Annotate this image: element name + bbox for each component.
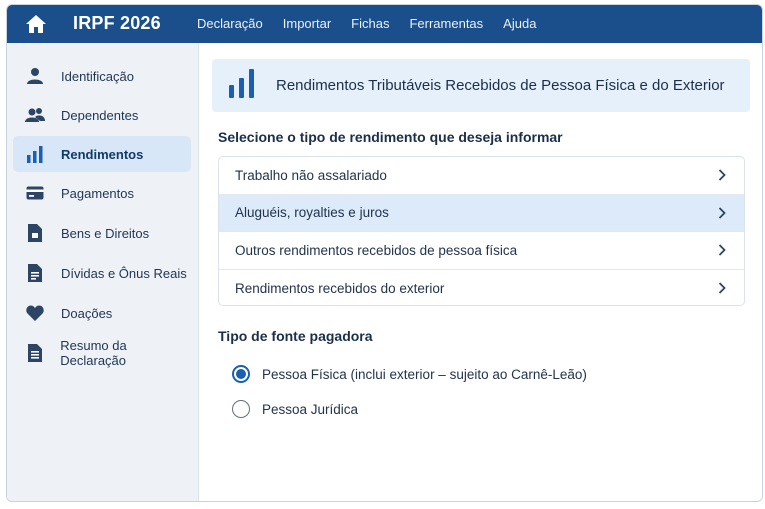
option-label: Aluguéis, royalties e juros — [235, 205, 389, 221]
menu-fichas[interactable]: Fichas — [351, 16, 389, 31]
radio-button[interactable] — [232, 400, 250, 418]
heart-icon — [25, 303, 45, 323]
sidebar-item-label: Dependentes — [61, 107, 139, 123]
sidebar-item-label: Pagamentos — [61, 185, 134, 201]
radio-label: Pessoa Jurídica — [262, 401, 359, 417]
sidebar-item-dividas[interactable]: Dívidas e Ônus Reais — [13, 255, 191, 291]
menu-declaracao[interactable]: Declaração — [197, 16, 263, 31]
document-list-icon — [25, 263, 45, 283]
app-window: IRPF 2026 Declaração Importar Fichas Fer… — [6, 4, 763, 502]
chevron-right-icon — [718, 282, 726, 294]
radio-pessoa-fisica[interactable]: Pessoa Física (inclui exterior – sujeito… — [232, 363, 587, 385]
sidebar-item-label: Resumo da Declaração — [60, 338, 127, 368]
section-header: Rendimentos Tributáveis Recebidos de Pes… — [212, 59, 750, 112]
chevron-right-icon — [718, 207, 726, 219]
app-title: IRPF 2026 — [73, 13, 161, 33]
section-title: Rendimentos Tributáveis Recebidos de Pes… — [276, 77, 725, 94]
document-icon — [25, 223, 45, 243]
payer-type-label: Tipo de fonte pagadora — [218, 328, 373, 344]
sidebar-item-label: Dívidas e Ônus Reais — [61, 265, 187, 281]
income-type-prompt: Selecione o tipo de rendimento que desej… — [218, 129, 563, 145]
bar-chart-icon — [25, 144, 45, 164]
menu-importar[interactable]: Importar — [283, 16, 331, 31]
sidebar-item-dependentes[interactable]: Dependentes — [13, 97, 191, 133]
sidebar-item-label: Doações — [61, 305, 113, 321]
option-trabalho-nao-assalariado[interactable]: Trabalho não assalariado — [219, 157, 744, 195]
credit-card-icon — [25, 183, 45, 203]
chevron-right-icon — [718, 169, 726, 181]
chevron-right-icon — [718, 244, 726, 256]
sidebar-item-label: Rendimentos — [61, 146, 144, 162]
bar-chart-icon — [228, 68, 256, 103]
option-label: Rendimentos recebidos do exterior — [235, 280, 445, 296]
option-outros-rendimentos-pf[interactable]: Outros rendimentos recebidos de pessoa f… — [219, 232, 744, 270]
home-button[interactable] — [23, 12, 49, 36]
option-label: Outros rendimentos recebidos de pessoa f… — [235, 242, 518, 258]
income-type-list: Trabalho não assalariado Aluguéis, royal… — [218, 156, 745, 306]
sidebar-item-identificacao[interactable]: Identificação — [13, 58, 191, 94]
main-menu: Declaração Importar Fichas Ferramentas A… — [197, 16, 556, 31]
sidebar-item-label: Identificação — [61, 68, 134, 84]
top-bar: IRPF 2026 Declaração Importar Fichas Fer… — [7, 5, 762, 43]
sidebar-item-label: Bens e Direitos — [61, 225, 150, 241]
sidebar-item-resumo[interactable]: Resumo da Declaração — [13, 335, 191, 371]
menu-ajuda[interactable]: Ajuda — [503, 16, 536, 31]
user-icon — [25, 66, 45, 86]
home-icon — [26, 15, 46, 33]
main-content: Rendimentos Tributáveis Recebidos de Pes… — [200, 43, 762, 501]
summary-icon — [25, 343, 44, 363]
radio-label: Pessoa Física (inclui exterior – sujeito… — [262, 366, 587, 382]
sidebar-item-bens-direitos[interactable]: Bens e Direitos — [13, 215, 191, 251]
sidebar-item-doacoes[interactable]: Doações — [13, 295, 191, 331]
sidebar-item-pagamentos[interactable]: Pagamentos — [13, 175, 191, 211]
users-icon — [25, 105, 45, 125]
option-label: Trabalho não assalariado — [235, 167, 387, 183]
menu-ferramentas[interactable]: Ferramentas — [409, 16, 483, 31]
option-alugueis-royalties-juros[interactable]: Aluguéis, royalties e juros — [219, 194, 744, 232]
radio-button-checked[interactable] — [232, 365, 250, 383]
sidebar: Identificação Dependentes Rendimentos Pa… — [7, 43, 199, 501]
radio-pessoa-juridica[interactable]: Pessoa Jurídica — [232, 398, 358, 420]
sidebar-item-rendimentos[interactable]: Rendimentos — [13, 136, 191, 172]
option-rendimentos-exterior[interactable]: Rendimentos recebidos do exterior — [219, 270, 744, 306]
